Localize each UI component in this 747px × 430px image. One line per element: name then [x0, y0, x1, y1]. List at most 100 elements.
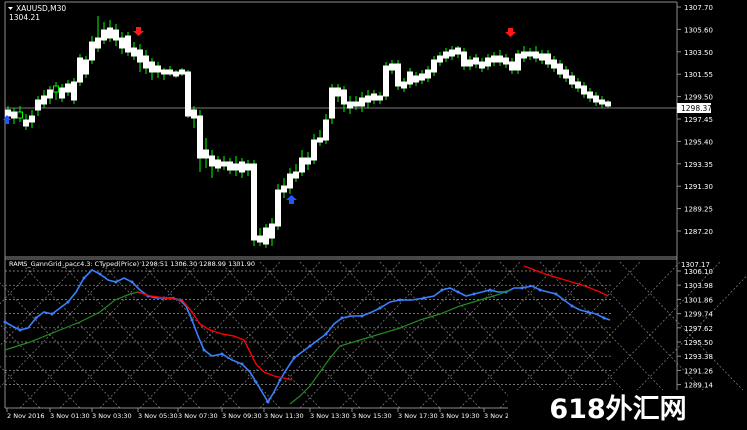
indicator-point — [3, 320, 7, 324]
candle-body — [23, 119, 29, 127]
candle-body — [437, 55, 443, 63]
indicator-tick-label: 1297.62 — [684, 325, 713, 333]
candle-body — [293, 171, 299, 179]
indicator-point — [602, 316, 606, 320]
candle-body — [113, 29, 119, 41]
candle-body — [89, 41, 95, 61]
candle-body — [449, 49, 455, 57]
indicator-point — [520, 286, 524, 290]
candle-body — [143, 55, 149, 69]
candle-body — [509, 61, 515, 71]
indicator-tick-label: 1299.74 — [684, 311, 713, 319]
candle-body — [185, 71, 191, 117]
indicator-tick-label: 1303.98 — [684, 282, 713, 290]
candle-body — [335, 87, 341, 97]
indicator-point — [202, 348, 206, 352]
chart-frame — [0, 0, 747, 430]
candle-body — [149, 61, 155, 73]
time-tick-label: 3 Nov 19:30 — [440, 412, 480, 420]
candle-body — [245, 163, 251, 171]
candle-body — [215, 159, 221, 169]
indicator-point — [422, 296, 426, 300]
candle-body — [47, 89, 53, 99]
time-tick-label: 3 Nov 05:30 — [138, 412, 178, 420]
candle-body — [599, 99, 605, 105]
candle-body — [491, 55, 497, 63]
watermark-text: 618外汇网 — [549, 394, 686, 425]
candle-body — [551, 59, 557, 69]
candle-body — [311, 139, 317, 161]
candle-body — [503, 57, 509, 65]
candle-body — [587, 91, 593, 99]
indicator-tick-label: 1289.14 — [684, 382, 713, 390]
candle-body — [17, 111, 23, 119]
price-tick-label: 1305.60 — [684, 26, 713, 34]
indicator-point — [114, 280, 118, 284]
price-tick-label: 1289.25 — [684, 206, 713, 214]
indicator-point — [130, 280, 134, 284]
price-tick-label: 1287.20 — [684, 228, 713, 236]
indicator-point — [266, 400, 270, 404]
candle-body — [95, 37, 101, 49]
price-tick-label: 1301.55 — [684, 71, 713, 79]
candle-body — [581, 85, 587, 95]
candle-body — [209, 155, 215, 167]
last-price-label: 1304.21 — [9, 13, 40, 22]
candle-body — [479, 61, 485, 69]
indicator-point — [98, 272, 102, 276]
indicator-point — [220, 352, 224, 356]
candle-body — [461, 51, 467, 67]
candle-body — [239, 161, 245, 173]
candle-body — [71, 81, 77, 101]
candle-body — [395, 63, 401, 87]
symbol-label: XAUUSD,M30 — [16, 4, 66, 13]
candle-body — [233, 163, 239, 171]
candle-body — [419, 73, 425, 81]
candle-body — [35, 99, 41, 111]
trading-chart[interactable]: XAUUSD,M30 1304.21 1307.70 1305.60 1303.50… — [0, 0, 747, 430]
indicator-point — [488, 288, 492, 292]
candle-body — [197, 115, 203, 159]
candle-body — [275, 189, 281, 227]
candle-body — [107, 27, 113, 39]
candle-body — [125, 35, 131, 53]
price-tick-label: 1297.45 — [684, 116, 713, 124]
indicator-title: RAMS_GannGrid_pacc4.3: CTyped(Price) 129… — [9, 260, 255, 268]
indicator-point — [240, 362, 244, 366]
candle-body — [401, 81, 407, 89]
candle-body — [77, 57, 83, 83]
candle-body — [341, 89, 347, 105]
candle-body — [521, 51, 527, 59]
candle-body — [161, 69, 167, 75]
candle-body — [191, 109, 197, 119]
indicator-point — [472, 292, 476, 296]
time-tick-label: 2 Nov 2016 — [7, 412, 45, 420]
price-tick-label: 1291.30 — [684, 183, 713, 191]
candle-body — [83, 59, 89, 75]
candle-body — [485, 57, 491, 67]
indicator-point — [66, 300, 70, 304]
candle-body — [29, 115, 35, 123]
candle-body — [413, 75, 419, 83]
time-tick-label: 3 Nov 09:30 — [222, 412, 262, 420]
indicator-point — [308, 344, 312, 348]
indicator-tick-label: 1291.26 — [684, 367, 713, 375]
time-tick-label: 3 Nov 07:30 — [178, 412, 218, 420]
candle-body — [203, 149, 209, 159]
indicator-point — [254, 380, 258, 384]
candle-body — [5, 109, 11, 117]
candle-body — [329, 87, 335, 119]
candle-body — [431, 59, 437, 73]
candle-body — [545, 53, 551, 65]
candle-body — [227, 161, 233, 171]
candle-body — [269, 223, 275, 239]
indicator-tick-label: 1293.38 — [684, 353, 713, 361]
candle-body — [557, 63, 563, 75]
candle-body — [473, 57, 479, 65]
candle-body — [323, 119, 329, 141]
candle-body — [527, 51, 533, 57]
candle-body — [455, 47, 461, 55]
candle-body — [65, 83, 71, 93]
candle-body — [101, 29, 107, 41]
candle-body — [389, 63, 395, 71]
